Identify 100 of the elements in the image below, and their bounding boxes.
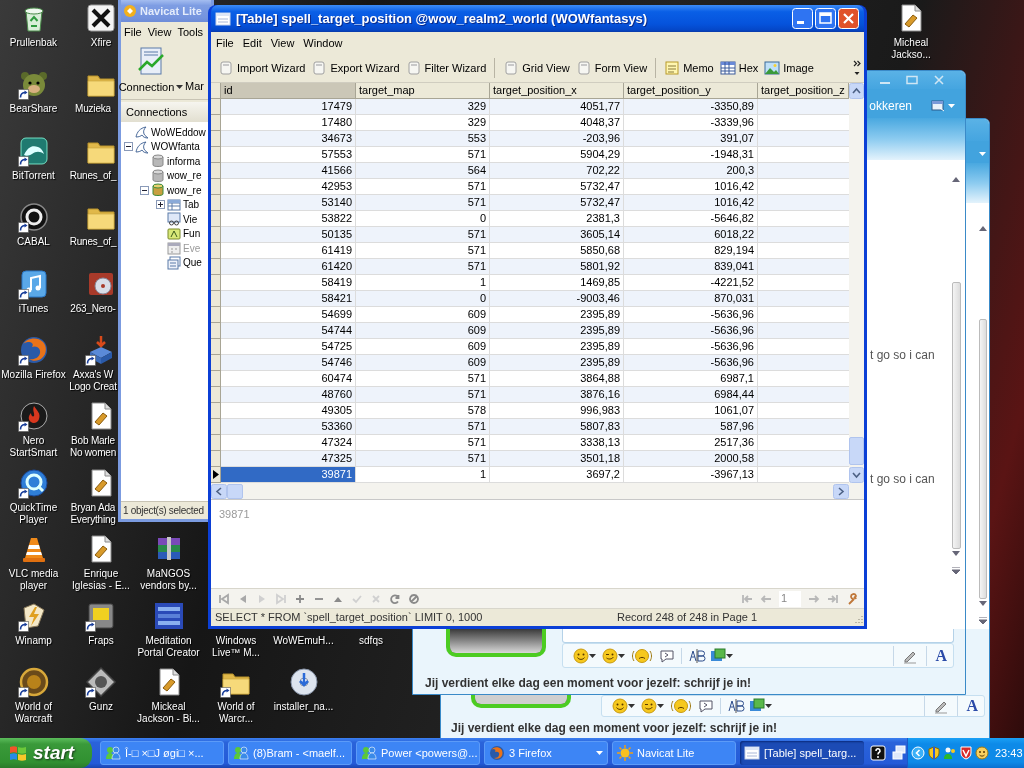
toolbar-button[interactable]: Mar [185,77,204,95]
desktop-icon-label[interactable]: BearShare [9,103,58,116]
desktop-icon-label[interactable]: CABAL [17,236,50,249]
refresh-icon[interactable] [389,592,401,605]
ring-icon[interactable] [17,201,50,234]
toolbar-button[interactable]: Filter Wizard [402,57,490,79]
menu-item[interactable]: Window [303,34,343,52]
expand-icon[interactable] [156,200,165,210]
wave-tile-icon[interactable] [17,134,50,167]
scrollbar-thumb[interactable] [849,437,864,465]
column-header[interactable]: target_position_z [758,83,849,99]
desktop-icon-label[interactable]: Windows Live™ M... [212,634,260,659]
speech-bubble-icon[interactable] [698,698,714,714]
wink-icon[interactable] [641,698,657,714]
shaking-face-icon[interactable] [631,647,653,664]
desktop-icon-label[interactable]: Mickeal Jackson - Bi... [137,701,200,725]
tree-item-label[interactable]: wow_re [167,168,202,184]
crest-icon[interactable] [959,746,973,760]
caret-icon[interactable] [726,653,733,658]
caret-icon[interactable] [628,704,635,708]
diamond-badge-icon[interactable] [85,666,117,698]
minimize-button[interactable] [792,8,813,29]
desktop-icon-label[interactable]: World of Warcr... [217,701,255,725]
collapse-icon[interactable] [124,142,133,152]
swirl-disc-icon[interactable] [17,466,50,499]
menu-item[interactable]: View [270,34,295,52]
toolbar-button[interactable]: Hex [716,57,762,79]
scroll-down-arrow-icon[interactable] [952,567,960,575]
setup-disc-icon[interactable] [287,666,320,698]
wink-icon[interactable] [602,647,618,664]
desktop-icon-label[interactable]: MaNGOS vendors by... [140,568,197,593]
scroll-down-arrow-icon[interactable] [978,617,987,625]
desktop-icon-label[interactable]: WoWEmuH... [273,634,334,647]
tree-item-label[interactable]: Vie [183,211,198,227]
toolbar-button[interactable]: Form View [572,57,651,79]
menu-item[interactable]: Edit [242,34,262,52]
desktop-icon-label[interactable]: Mozilla Firefox [1,369,66,381]
desktop-icon-label[interactable]: installer_na... [273,701,334,713]
tree-item-label[interactable]: Que [183,255,202,271]
speech-bubble-icon[interactable] [659,647,675,664]
tree-item-label[interactable]: Tab [183,197,200,213]
close-button[interactable] [838,8,859,29]
collapse-icon[interactable] [140,185,149,195]
desktop-icon-label[interactable]: iTunes [18,302,49,315]
chevron-circle-icon[interactable] [911,746,925,760]
desktop-icon-label[interactable]: Meditation Portal Creator [137,634,200,659]
scrollbar-thumb[interactable] [951,282,961,549]
desktop-icon-label[interactable]: VLC media player [8,568,59,593]
menu-item[interactable]: Tools [177,23,204,41]
menu-item[interactable]: View [147,23,172,41]
desktop-icon-label[interactable]: Runes_of_ [68,236,118,249]
scroll-up-arrow-icon[interactable] [978,225,987,231]
scrollbar-thumb[interactable] [978,319,987,599]
font-button[interactable]: A [935,646,947,665]
flame-disc-icon[interactable] [17,400,50,433]
tree-item-label[interactable]: informa [167,153,201,169]
toolbar-button[interactable]: Export Wizard [308,57,403,79]
smiley-icon[interactable] [573,647,589,664]
desktop-icon-label[interactable]: World of Warcraft [14,701,53,725]
menu-item[interactable]: File [124,23,142,41]
desktop-icon-label[interactable]: Bryan Ada Everything [68,501,118,526]
column-header[interactable]: target_position_y [624,83,758,99]
smiley-icon[interactable] [612,698,628,714]
tree-item-label[interactable]: Fun [183,226,201,242]
vertical-scrollbar[interactable] [849,83,864,483]
desktop-icon-label[interactable]: Fraps [88,634,114,647]
desktop-icon-label[interactable]: Prullenbak [9,37,58,49]
column-header[interactable]: id [221,83,356,99]
shaking-face-icon[interactable] [670,698,692,714]
desktop-icon-label[interactable]: BitTorrent [12,169,55,182]
ad-text[interactable]: Jij verdient elke dag een moment voor jezelf: schrijf je in! [425,674,752,692]
wrench-icon[interactable] [846,592,858,605]
caret-icon[interactable] [176,84,184,89]
desktop-icon-label[interactable]: 263_Nero- [68,302,118,315]
taskbar-button[interactable]: Navicat Lite [612,741,736,765]
globe-icon[interactable] [17,334,50,366]
column-header[interactable]: target_map [356,83,490,99]
help-icon[interactable] [870,745,886,761]
desktop-icon-label[interactable]: Runes_of_ [68,169,118,182]
caret-icon[interactable] [765,704,772,708]
toolbar-button[interactable]: Image [761,57,817,79]
scrollbar-thumb[interactable] [227,483,243,499]
maximize-button[interactable] [815,8,836,29]
shield-icon[interactable] [927,746,941,760]
desktop-icon-label[interactable]: Micheal Jackso... [891,37,931,61]
toolbar-button[interactable]: Grid View [500,57,573,79]
tree-item-label[interactable]: WOWfanta [151,139,200,155]
column-header[interactable]: target_position_x [490,83,624,99]
overlapping-windows-icon[interactable] [891,745,907,761]
horizontal-scrollbar[interactable] [211,483,864,499]
page-field[interactable]: 1 [779,590,801,607]
desktop-icon-label[interactable]: QuickTime Player [9,501,58,526]
desktop-icon-label[interactable]: Axxa's W Logo Creat [68,369,118,393]
people-icon[interactable] [943,746,957,760]
taskbar-button[interactable]: (8)Bram - <maelf... [228,741,352,765]
round-badge-icon[interactable] [17,666,50,698]
plus-icon[interactable] [294,592,306,605]
picture-icon[interactable] [710,647,726,664]
taskbar-button[interactable]: [Table] spell_targ... [740,741,864,765]
message-input-field[interactable] [562,629,954,643]
